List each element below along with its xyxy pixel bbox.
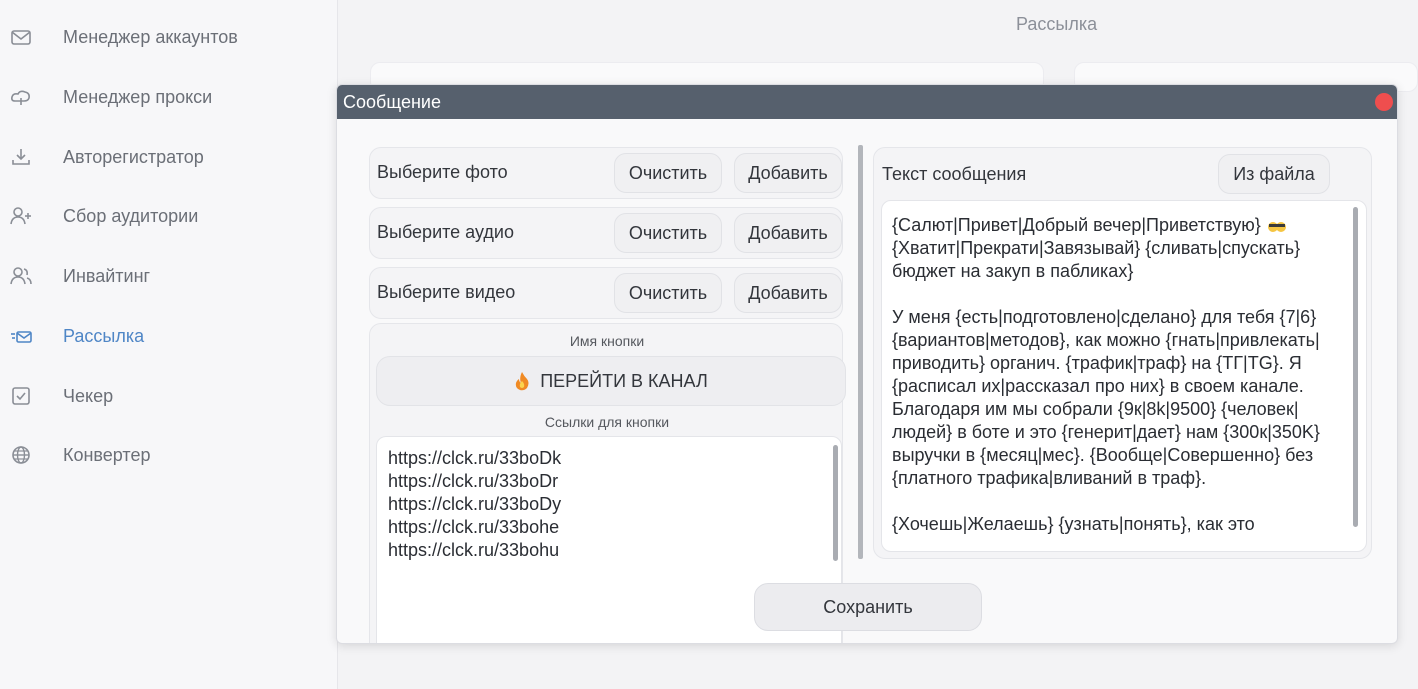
message-line: {расписал их|рассказал про них} в своем … [892,376,1304,396]
message-line: {Хочешь|Желаешь} {узнать|понять}, как эт… [892,514,1255,534]
sidebar-item-checker[interactable]: Чекер [0,376,338,416]
from-file-button[interactable]: Из файла [1218,154,1330,194]
audio-row: Выберите аудио Очистить Добавить [369,207,843,259]
sidebar-item-label: Сбор аудитории [63,206,199,226]
link-line: https://clck.ru/33bohu [388,540,560,560]
message-textarea[interactable]: {Салют|Привет|Добрый вечер|Приветствую} … [881,200,1367,552]
dialog-title: Сообщение [343,92,441,112]
message-line: {Хватит|Прекрати|Завязывай} {сливать|спу… [892,238,1301,258]
message-line: {Салют|Привет|Добрый вечер|Приветствую} [892,215,1287,236]
photo-row: Выберите фото Очистить Добавить [369,147,843,199]
audio-label: Выберите аудио [377,222,514,242]
add-audio-button[interactable]: Добавить [734,213,842,253]
link-line: https://clck.ru/33boDr [388,471,559,491]
sidebar-item-label: Авторегистратор [63,147,204,167]
sidebar-item-label: Менеджер прокси [63,87,213,107]
cloud-icon [11,90,30,105]
mail-icon [11,30,31,45]
message-scrollbar[interactable] [1353,207,1358,527]
message-line: {вариантов|методов}, как можно {гнать|пр… [892,330,1320,350]
close-button[interactable] [1375,93,1393,111]
message-line: приводить} органич. {трафик|траф} на {ТГ… [892,353,1302,373]
sidebar-item-converter[interactable]: Конвертер [0,435,338,475]
sidebar-item-label: Рассылка [63,326,145,346]
video-row: Выберите видео Очистить Добавить [369,267,843,319]
message-line: выручки в {месяц|мес}. {Вообще|Совершенн… [892,445,1314,465]
message-line: людей} в боте и это {генерит|дает} нам {… [892,422,1320,442]
add-user-icon [10,207,31,225]
link-line: https://clck.ru/33boDy [388,494,562,514]
sidebar-item-account-manager[interactable]: Менеджер аккаунтов [0,17,338,57]
button-name-text: ПЕРЕЙТИ В КАНАЛ [540,370,708,391]
dialog-header: Сообщение [337,85,1397,119]
send-mail-icon [11,331,32,343]
emoji-icon [1267,222,1286,233]
clear-audio-button[interactable]: Очистить [614,213,722,253]
check-square-icon [12,387,30,405]
photo-label: Выберите фото [377,162,508,182]
sidebar-item-proxy-manager[interactable]: Менеджер прокси [0,77,338,117]
sidebar-item-autoregistrator[interactable]: Авторегистратор [0,137,338,177]
add-video-button[interactable]: Добавить [734,273,842,313]
globe-icon [12,446,30,464]
sidebar-item-audience[interactable]: Сбор аудитории [0,196,338,236]
sidebar-item-label: Конвертер [63,445,151,465]
sidebar-item-mailing[interactable]: Рассылка [0,316,338,356]
page-title: Рассылка [1016,14,1098,34]
panel-splitter[interactable] [858,145,863,559]
message-text-panel: Текст сообщения Из файла {Салют|Привет|Д… [873,147,1372,559]
fire-icon [516,372,529,391]
sidebar-item-label: Инвайтинг [63,266,151,286]
add-photo-button[interactable]: Добавить [734,153,842,193]
users-icon [10,267,32,285]
video-label: Выберите видео [377,282,516,302]
message-line: {платного трафика|вливаний в траф}. [892,468,1207,488]
message-line: бюджет на закуп в пабликах} [892,261,1134,281]
message-text-label: Текст сообщения [882,164,1027,184]
clear-photo-button[interactable]: Очистить [614,153,722,193]
message-line: У меня {есть|подготовлено|сделано} для т… [892,307,1317,327]
clear-video-button[interactable]: Очистить [614,273,722,313]
links-caption: Ссылки для кнопки [544,414,670,430]
button-name-field[interactable]: ПЕРЕЙТИ В КАНАЛ [376,356,846,406]
message-line: Благодаря им мы собрали {9к|8k|9500} {че… [892,399,1299,419]
save-button[interactable]: Сохранить [754,583,982,631]
sidebar: Менеджер аккаунтов Менеджер прокси Автор… [0,0,338,689]
link-line: https://clck.ru/33bohe [388,517,560,537]
button-name-caption: Имя кнопки [569,333,645,349]
sidebar-item-label: Менеджер аккаунтов [63,27,238,47]
download-icon [12,149,30,165]
message-dialog: Сообщение Выберите фото Очистить Добавит… [336,84,1398,644]
sidebar-item-label: Чекер [63,386,114,406]
links-scrollbar[interactable] [833,445,838,561]
sidebar-item-inviting[interactable]: Инвайтинг [0,256,338,296]
link-line: https://clck.ru/33boDk [388,448,562,468]
